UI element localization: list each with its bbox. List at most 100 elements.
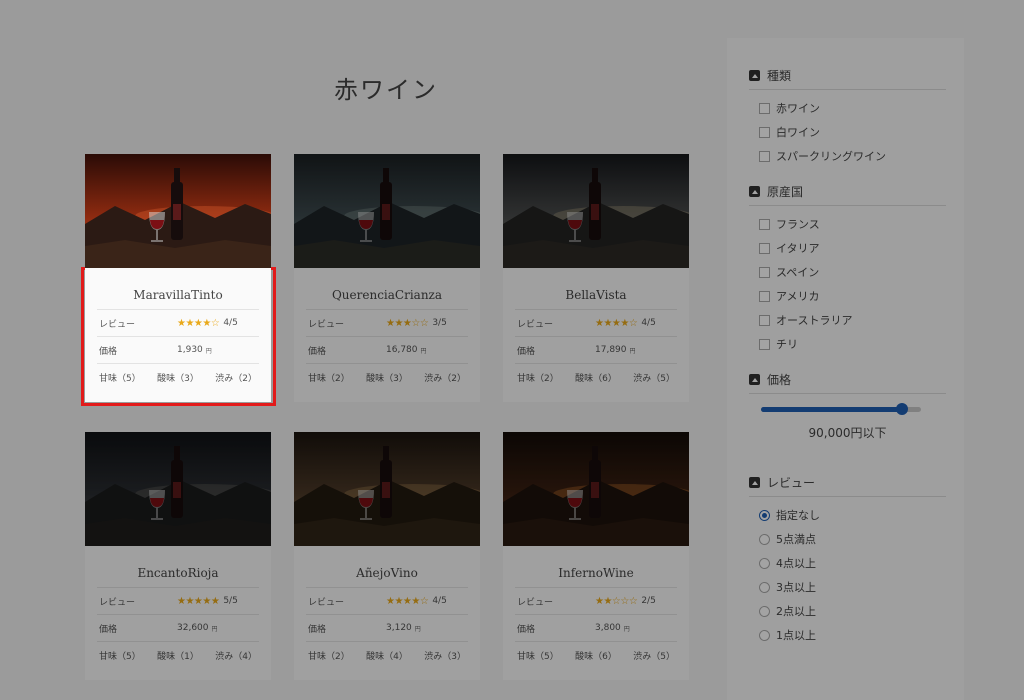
checkbox[interactable] [759,314,770,326]
product-card[interactable]: BellaVista レビュー ★★★★☆ 4/5 価格 17,890 円 甘味… [503,154,689,402]
price-row: 価格 3,120 円 [306,615,468,642]
filter-option-review[interactable]: 1点以上 [749,623,946,647]
checkbox[interactable] [759,102,770,114]
price-value: 1,930 [177,345,203,355]
product-name[interactable]: BellaVista [515,268,677,310]
collapse-icon[interactable] [749,186,760,197]
filter-review-header[interactable]: レビュー [749,473,946,497]
filter-option-origin[interactable]: オーストラリア [749,308,946,332]
sweetness: 甘味（2） [308,374,350,384]
collapse-icon[interactable] [749,374,760,385]
filter-option-type[interactable]: スパークリングワイン [749,144,946,168]
acidity: 酸味（3） [157,374,199,384]
star-rating-icon: ★★★★☆ [386,595,429,607]
star-rating-icon: ★★★★★ [177,595,220,607]
radio-button[interactable] [759,629,770,641]
yen-unit: 円 [205,347,212,355]
price-slider[interactable] [761,402,921,416]
filter-option-label: 指定なし [776,509,820,522]
price-row: 価格 3,800 円 [515,615,677,642]
taste-row: 甘味（2） 酸味（3） 渋み（2） [306,364,468,391]
radio-button[interactable] [759,557,770,569]
price-row: 価格 32,600 円 [97,615,259,642]
product-image[interactable] [294,432,480,546]
filter-option-review[interactable]: 3点以上 [749,575,946,599]
product-image[interactable] [85,154,271,268]
product-card[interactable]: MaravillaTinto レビュー ★★★★☆ 4/5 価格 1,930 円… [85,154,271,402]
sweetness: 甘味（5） [517,652,559,662]
filter-option-review[interactable]: 2点以上 [749,599,946,623]
review-row: レビュー ★★★★★ 5/5 [97,588,259,615]
filter-option-label: 5点満点 [776,533,816,546]
filter-origin-title: 原産国 [767,185,804,199]
filter-type-header[interactable]: 種類 [749,66,946,90]
checkbox[interactable] [759,242,770,254]
product-image[interactable] [503,154,689,268]
checkbox[interactable] [759,218,770,230]
product-card[interactable]: QuerenciaCrianza レビュー ★★★☆☆ 3/5 価格 16,78… [294,154,480,402]
filter-option-origin[interactable]: アメリカ [749,284,946,308]
product-image[interactable] [294,154,480,268]
taste-row: 甘味（5） 酸味（1） 渋み（4） [97,642,259,669]
radio-button[interactable] [759,581,770,593]
product-name[interactable]: AñejoVino [306,546,468,588]
product-card[interactable]: AñejoVino レビュー ★★★★☆ 4/5 価格 3,120 円 甘味（2… [294,432,480,680]
radio-button[interactable] [759,509,770,521]
filter-option-review[interactable]: 指定なし [749,503,946,527]
product-card[interactable]: InfernoWine レビュー ★★☆☆☆ 2/5 価格 3,800 円 甘味… [503,432,689,680]
wine-photo [503,154,689,268]
collapse-icon[interactable] [749,70,760,81]
filter-type-title: 種類 [767,69,792,83]
checkbox[interactable] [759,338,770,350]
review-row: レビュー ★★★☆☆ 3/5 [306,310,468,337]
filter-option-type[interactable]: 赤ワイン [749,96,946,120]
review-label: レビュー [517,319,554,330]
product-card[interactable]: EncantoRioja レビュー ★★★★★ 5/5 価格 32,600 円 … [85,432,271,680]
star-rating-icon: ★★★★☆ [595,317,638,329]
checkbox[interactable] [759,290,770,302]
product-name[interactable]: MaravillaTinto [97,268,259,310]
checkbox[interactable] [759,126,770,138]
price-label: 価格 [517,346,536,357]
product-image[interactable] [85,432,271,546]
product-name[interactable]: InfernoWine [515,546,677,588]
filter-option-label: スペイン [776,266,820,279]
filter-option-review[interactable]: 4点以上 [749,551,946,575]
filter-review-title: レビュー [767,476,816,490]
filter-price-header[interactable]: 価格 [749,370,946,394]
filter-option-origin[interactable]: スペイン [749,260,946,284]
filter-option-origin[interactable]: フランス [749,212,946,236]
review-row: レビュー ★★★★☆ 4/5 [306,588,468,615]
product-image[interactable] [503,432,689,546]
acidity: 酸味（1） [157,652,199,662]
radio-button[interactable] [759,533,770,545]
product-name[interactable]: QuerenciaCrianza [306,268,468,310]
filter-option-label: スパークリングワイン [776,150,886,163]
review-label: レビュー [308,597,345,608]
filter-option-origin[interactable]: イタリア [749,236,946,260]
rating-score: 4/5 [223,318,238,328]
sweetness: 甘味（5） [99,374,141,384]
price-slider-thumb[interactable] [895,403,908,415]
taste-row: 甘味（5） 酸味（3） 渋み（2） [97,364,259,391]
price-value: 16,780 [386,345,418,355]
filter-option-review[interactable]: 5点満点 [749,527,946,551]
filter-option-origin[interactable]: チリ [749,332,946,356]
star-rating-icon: ★★★☆☆ [386,317,429,329]
filter-option-label: アメリカ [776,290,820,303]
acidity: 酸味（6） [575,652,617,662]
bitterness: 渋み（5） [633,374,675,384]
collapse-icon[interactable] [749,477,760,488]
product-name[interactable]: EncantoRioja [97,546,259,588]
review-row: レビュー ★★☆☆☆ 2/5 [515,588,677,615]
wine-photo [85,432,271,546]
filter-option-type[interactable]: 白ワイン [749,120,946,144]
radio-button[interactable] [759,605,770,617]
checkbox[interactable] [759,150,770,162]
filter-origin-header[interactable]: 原産国 [749,182,946,206]
price-label: 価格 [517,624,536,635]
price-value: 3,800 [595,623,621,633]
acidity: 酸味（6） [575,374,617,384]
yen-unit: 円 [629,347,636,355]
checkbox[interactable] [759,266,770,278]
